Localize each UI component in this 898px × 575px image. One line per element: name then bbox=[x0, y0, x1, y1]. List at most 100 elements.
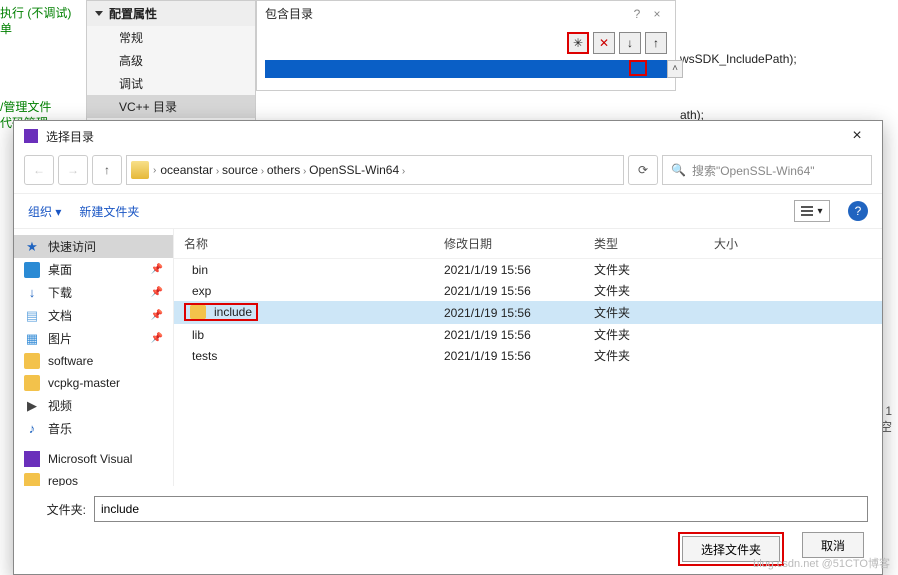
row-date: 2021/1/19 15:56 bbox=[444, 284, 594, 298]
pin-icon: 📌 bbox=[151, 333, 163, 344]
breadcrumb[interactable]: › oceanstar › source › others › OpenSSL-… bbox=[126, 155, 624, 185]
sidebar-item-label: Microsoft Visual bbox=[48, 452, 132, 466]
property-item[interactable]: VC++ 目录 bbox=[87, 95, 255, 118]
search-icon: 🔍 bbox=[671, 163, 686, 177]
arrow-up-icon: ↑ bbox=[104, 163, 110, 177]
bg-txt: 执行 (不调试) bbox=[0, 4, 71, 21]
breadcrumb-segment[interactable]: source bbox=[222, 163, 258, 177]
search-input[interactable]: 🔍 搜索"OpenSSL-Win64" bbox=[662, 155, 872, 185]
sidebar-item-label: 桌面 bbox=[48, 261, 72, 278]
col-size[interactable]: 大小 bbox=[714, 235, 872, 252]
include-selected-row[interactable] bbox=[265, 60, 667, 78]
chevron-right-icon: › bbox=[213, 166, 222, 177]
organize-menu[interactable]: 组织 ▾ bbox=[28, 203, 61, 220]
sidebar-item[interactable]: Microsoft Visual bbox=[14, 448, 173, 470]
sidebar-item[interactable]: 桌面📌 bbox=[14, 258, 173, 281]
help-button[interactable]: ? bbox=[627, 7, 647, 21]
table-row[interactable]: tests2021/1/19 15:56文件夹 bbox=[174, 345, 882, 366]
move-down-button[interactable]: ↓ bbox=[619, 32, 641, 54]
sidebar: ★快速访问桌面📌↓下载📌▤文档📌▦图片📌softwarevcpkg-master… bbox=[14, 229, 174, 486]
delete-line-button[interactable]: ✕ bbox=[593, 32, 615, 54]
desk-icon bbox=[24, 262, 40, 278]
new-folder-button[interactable]: 新建文件夹 bbox=[79, 203, 139, 220]
column-headers[interactable]: 名称 修改日期 类型 大小 bbox=[174, 229, 882, 259]
nav-up-button[interactable]: ↑ bbox=[92, 155, 122, 185]
property-item[interactable]: 常规 bbox=[87, 26, 255, 49]
sidebar-item-label: 快速访问 bbox=[48, 238, 96, 255]
arrow-left-icon: ← bbox=[33, 163, 45, 177]
breadcrumb-segment[interactable]: oceanstar bbox=[160, 163, 213, 177]
sidebar-item[interactable]: repos bbox=[14, 470, 173, 486]
arrow-up-icon: ↑ bbox=[653, 36, 659, 50]
sidebar-item-label: 音乐 bbox=[48, 420, 72, 437]
refresh-button[interactable]: ⟳ bbox=[628, 155, 658, 185]
chevron-down-icon bbox=[95, 11, 103, 16]
arrow-right-icon: → bbox=[67, 163, 79, 177]
sidebar-item[interactable]: vcpkg-master bbox=[14, 372, 173, 394]
sidebar-item[interactable]: ▦图片📌 bbox=[14, 327, 173, 350]
search-placeholder: 搜索"OpenSSL-Win64" bbox=[692, 162, 815, 179]
pic-icon: ▦ bbox=[24, 331, 40, 347]
bg-txt: /管理文件 bbox=[0, 98, 51, 115]
fold-icon bbox=[24, 375, 40, 391]
table-row[interactable]: bin2021/1/19 15:56文件夹 bbox=[174, 259, 882, 280]
disk-icon bbox=[131, 161, 149, 179]
include-dirs-dialog: 包含目录 ? × ✳ ✕ ↓ ↑ ˄ bbox=[256, 0, 676, 91]
property-root[interactable]: 配置属性 bbox=[87, 1, 255, 26]
scroll-up-button[interactable]: ˄ bbox=[667, 60, 683, 78]
table-row[interactable]: include2021/1/19 15:56文件夹 bbox=[174, 301, 882, 324]
property-tree: 配置属性 常规高级调试VC++ 目录C/C++ bbox=[86, 0, 256, 139]
view-mode-button[interactable]: ▾ bbox=[794, 200, 830, 222]
cancel-button[interactable]: 取消 bbox=[802, 532, 864, 558]
sidebar-item[interactable]: software bbox=[14, 350, 173, 372]
arrow-down-icon: ↓ bbox=[627, 36, 633, 50]
close-button[interactable]: × bbox=[647, 7, 667, 21]
row-type: 文件夹 bbox=[594, 282, 714, 299]
refresh-icon: ⟳ bbox=[638, 163, 648, 177]
property-item[interactable]: 高级 bbox=[87, 49, 255, 72]
sidebar-item[interactable]: ↓下载📌 bbox=[14, 281, 173, 304]
fold-icon bbox=[24, 353, 40, 369]
sidebar-item[interactable]: ▶视频 bbox=[14, 394, 173, 417]
breadcrumb-segment[interactable]: OpenSSL-Win64 bbox=[309, 163, 399, 177]
row-name: lib bbox=[192, 328, 204, 342]
row-type: 文件夹 bbox=[594, 304, 714, 321]
row-date: 2021/1/19 15:56 bbox=[444, 306, 594, 320]
include-list[interactable]: ˄ bbox=[265, 60, 667, 78]
nav-back-button[interactable]: ← bbox=[24, 155, 54, 185]
select-folder-dialog: 选择目录 × ← → ↑ › oceanstar › source › othe… bbox=[13, 120, 883, 575]
select-folder-button[interactable]: 选择文件夹 bbox=[682, 536, 780, 562]
breadcrumb-segment[interactable]: others bbox=[267, 163, 300, 177]
nav-forward-button[interactable]: → bbox=[58, 155, 88, 185]
folder-label: 文件夹: bbox=[28, 501, 86, 518]
help-button[interactable]: ? bbox=[848, 201, 868, 221]
property-item[interactable]: 调试 bbox=[87, 72, 255, 95]
row-name: tests bbox=[192, 349, 217, 363]
pin-icon: 📌 bbox=[151, 287, 163, 298]
star-icon: ★ bbox=[24, 239, 40, 255]
doc-icon: ▤ bbox=[24, 308, 40, 324]
dialog-title: 选择目录 bbox=[46, 128, 842, 145]
move-up-button[interactable]: ↑ bbox=[645, 32, 667, 54]
folder-input[interactable] bbox=[94, 496, 868, 522]
sidebar-item[interactable]: ▤文档📌 bbox=[14, 304, 173, 327]
x-icon: ✕ bbox=[599, 36, 609, 50]
table-row[interactable]: exp2021/1/19 15:56文件夹 bbox=[174, 280, 882, 301]
file-list: 名称 修改日期 类型 大小 bin2021/1/19 15:56文件夹exp20… bbox=[174, 229, 882, 486]
close-button[interactable]: × bbox=[842, 127, 872, 145]
sidebar-item[interactable]: ♪音乐 bbox=[14, 417, 173, 440]
ok-highlight: 选择文件夹 bbox=[678, 532, 784, 566]
sidebar-item-label: repos bbox=[48, 474, 78, 486]
pin-icon: 📌 bbox=[151, 310, 163, 321]
new-line-button[interactable]: ✳ bbox=[567, 32, 589, 54]
table-row[interactable]: lib2021/1/19 15:56文件夹 bbox=[174, 324, 882, 345]
col-name[interactable]: 名称 bbox=[184, 235, 444, 252]
row-type: 文件夹 bbox=[594, 261, 714, 278]
row-type: 文件夹 bbox=[594, 347, 714, 364]
browse-cell[interactable] bbox=[629, 60, 647, 76]
col-type[interactable]: 类型 bbox=[594, 235, 714, 252]
sidebar-item-label: 视频 bbox=[48, 397, 72, 414]
sidebar-item[interactable]: ★ 快速访问 bbox=[14, 235, 173, 258]
col-date[interactable]: 修改日期 bbox=[444, 235, 594, 252]
fold-icon bbox=[24, 473, 40, 486]
